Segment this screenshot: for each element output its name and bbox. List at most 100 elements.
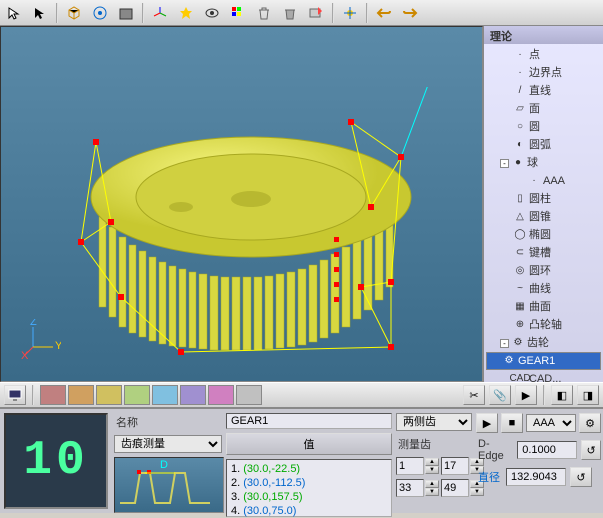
cube-icon[interactable] xyxy=(62,2,86,24)
spin-3[interactable]: ▲▼ xyxy=(396,479,439,497)
node-icon: · xyxy=(527,174,541,188)
diam-input[interactable] xyxy=(506,468,566,486)
bottom-panel: 10 名称 齿痕测量 D 值 1. (30.0,-22.5)2. (30.0,-… xyxy=(0,408,603,513)
node-icon: · xyxy=(513,48,527,62)
eye-icon[interactable] xyxy=(200,2,224,24)
color-swatch[interactable] xyxy=(124,385,150,405)
color-swatch[interactable] xyxy=(180,385,206,405)
tree-node[interactable]: ▱面 xyxy=(486,100,601,118)
tree-node[interactable]: ·点 xyxy=(486,46,601,64)
extra-b-icon[interactable]: ◨ xyxy=(577,385,599,405)
value-list[interactable]: 1. (30.0,-22.5)2. (30.0,-112.5)3. (30.0,… xyxy=(226,459,392,517)
color-swatch[interactable] xyxy=(96,385,122,405)
tree-node[interactable]: CADCAD... xyxy=(486,370,601,382)
tree-node[interactable]: ⊕凸轮轴 xyxy=(486,316,601,334)
node-icon: CAD xyxy=(513,372,527,382)
main-toolbar xyxy=(0,0,603,26)
palette-icon[interactable] xyxy=(226,2,250,24)
value-row[interactable]: 2. (30.0,-112.5) xyxy=(231,476,387,490)
color-swatch[interactable] xyxy=(40,385,66,405)
origin-icon[interactable] xyxy=(338,2,362,24)
clip-b-icon[interactable]: 📎 xyxy=(489,385,511,405)
tree-node[interactable]: ◐圆弧 xyxy=(486,136,601,154)
tree-node[interactable]: △圆锥 xyxy=(486,208,601,226)
cursor-icon[interactable] xyxy=(2,2,26,24)
trash-a-icon[interactable] xyxy=(252,2,276,24)
undo-icon[interactable] xyxy=(372,2,396,24)
node-icon: ◯ xyxy=(513,228,527,242)
node-label: 边界点 xyxy=(529,65,562,81)
tree-node[interactable]: -⚙齿轮 xyxy=(486,334,601,352)
axes-icon[interactable] xyxy=(148,2,172,24)
extra-a-icon[interactable]: ◧ xyxy=(551,385,573,405)
node-label: 点 xyxy=(529,47,540,63)
dedge-reset-icon[interactable]: ↺ xyxy=(581,440,601,460)
tree-node[interactable]: ◎圆环 xyxy=(486,262,601,280)
box-icon[interactable] xyxy=(114,2,138,24)
node-label: 圆环 xyxy=(529,263,551,279)
tree-node[interactable]: ▯圆柱 xyxy=(486,190,601,208)
tree-node[interactable]: ·边界点 xyxy=(486,64,601,82)
node-label: 圆锥 xyxy=(529,209,551,225)
tree-node[interactable]: ⊂键槽 xyxy=(486,244,601,262)
color-swatch[interactable] xyxy=(236,385,262,405)
node-label: 圆 xyxy=(529,119,540,135)
value-row[interactable]: 1. (30.0,-22.5) xyxy=(231,462,387,476)
mode-select[interactable]: 齿痕测量 xyxy=(114,435,222,453)
name-input[interactable] xyxy=(226,413,392,429)
tree-node[interactable]: ⚙GEAR1 xyxy=(486,352,601,370)
color-swatch[interactable] xyxy=(152,385,178,405)
stop-button[interactable]: ■ xyxy=(501,413,523,433)
goto-icon[interactable]: ▶ xyxy=(515,385,537,405)
tree-node[interactable]: ·AAA xyxy=(486,172,601,190)
node-label: GEAR1 xyxy=(518,353,555,369)
tree-node[interactable]: ◯椭圆 xyxy=(486,226,601,244)
node-icon: ⊕ xyxy=(513,318,527,332)
target-icon[interactable] xyxy=(88,2,112,24)
node-label: 键槽 xyxy=(529,245,551,261)
node-icon: ⚙ xyxy=(511,336,525,350)
node-icon: ▦ xyxy=(513,300,527,314)
node-label: AAA xyxy=(543,173,565,189)
feature-tree[interactable]: ·点·边界点/直线▱面○圆◐圆弧-●球·AAA▯圆柱△圆锥◯椭圆⊂键槽◎圆环~曲… xyxy=(484,44,603,382)
tree-node[interactable]: ○圆 xyxy=(486,118,601,136)
main-area: ZYX 理论 ·点·边界点/直线▱面○圆◐圆弧-●球·AAA▯圆柱△圆锥◯椭圆⊂… xyxy=(0,26,603,382)
viewport-3d[interactable]: ZYX xyxy=(0,26,483,382)
spin-1[interactable]: ▲▼ xyxy=(396,457,439,475)
side-panel: 理论 ·点·边界点/直线▱面○圆◐圆弧-●球·AAA▯圆柱△圆锥◯椭圆⊂键槽◎圆… xyxy=(483,26,603,382)
value-row[interactable]: 3. (30.0,157.5) xyxy=(231,490,387,504)
color-swatch[interactable] xyxy=(68,385,94,405)
node-label: CAD... xyxy=(529,371,561,382)
node-label: 椭圆 xyxy=(529,227,551,243)
monitor-icon[interactable] xyxy=(4,385,26,405)
node-icon: ○ xyxy=(513,120,527,134)
tree-node[interactable]: ~曲线 xyxy=(486,280,601,298)
trash-b-icon[interactable] xyxy=(278,2,302,24)
delete-icon[interactable] xyxy=(304,2,328,24)
digit-value: 10 xyxy=(23,434,89,488)
side-mode-select[interactable]: 两侧齿 xyxy=(396,413,472,431)
tree-node[interactable]: -●球 xyxy=(486,154,601,172)
settings-icon[interactable]: ⚙ xyxy=(579,413,601,433)
tree-node[interactable]: ▦曲面 xyxy=(486,298,601,316)
aaa-select[interactable]: AAA xyxy=(526,414,576,432)
node-label: 圆弧 xyxy=(529,137,551,153)
node-icon: ◎ xyxy=(513,264,527,278)
value-row[interactable]: 4. (30.0,75.0) xyxy=(231,504,387,518)
node-label: 面 xyxy=(529,101,540,117)
play-button[interactable]: ▶ xyxy=(476,413,498,433)
digit-display: 10 xyxy=(4,413,108,509)
arrow-icon[interactable] xyxy=(28,2,52,24)
dedge-input[interactable] xyxy=(517,441,577,459)
diam-reset-icon[interactable]: ↺ xyxy=(570,467,592,487)
tree-node[interactable]: /直线 xyxy=(486,82,601,100)
star-icon[interactable] xyxy=(174,2,198,24)
color-swatch[interactable] xyxy=(208,385,234,405)
side-header: 理论 xyxy=(484,26,603,44)
redo-icon[interactable] xyxy=(398,2,422,24)
clip-a-icon[interactable]: ✂ xyxy=(463,385,485,405)
node-label: 凸轮轴 xyxy=(529,317,562,333)
dedge-label: D-Edge xyxy=(476,437,513,463)
node-icon: ▯ xyxy=(513,192,527,206)
node-label: 曲线 xyxy=(529,281,551,297)
